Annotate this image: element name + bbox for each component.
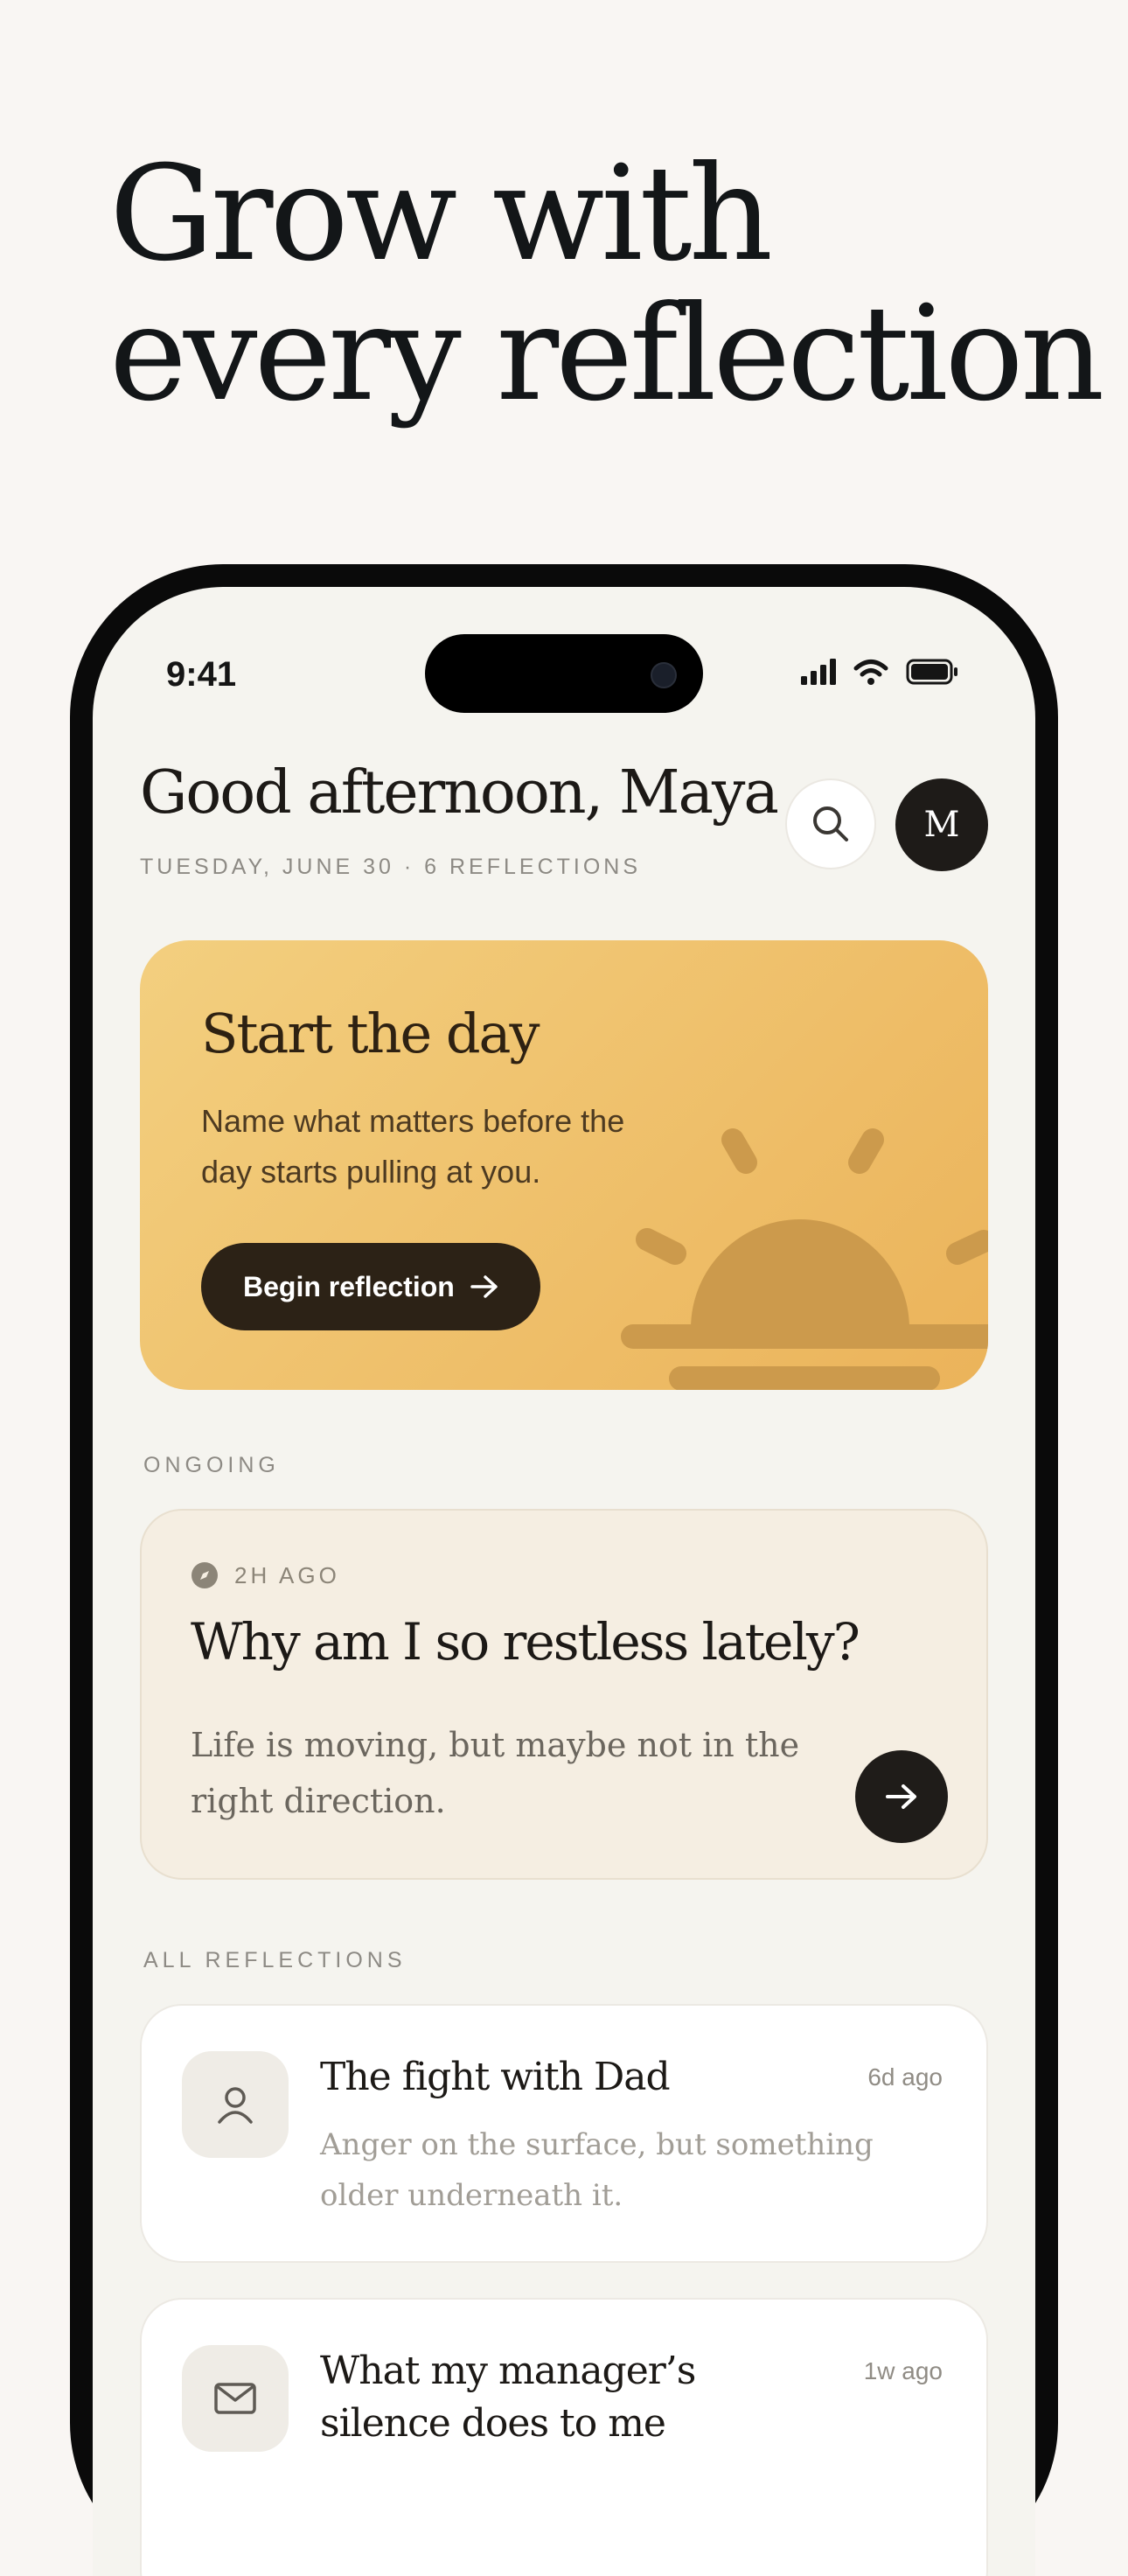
battery-icon (906, 659, 957, 685)
list-item[interactable]: What my manager’s silence does to me 1w … (140, 2298, 988, 2576)
status-time: 9:41 (166, 655, 237, 694)
list-item-time: 6d ago (867, 2063, 943, 2091)
page-headline: Grow with every reflection (109, 144, 1104, 424)
ongoing-time: 2H AGO (234, 1561, 340, 1588)
headline-line-1: Grow with (109, 138, 773, 290)
sunrise-icon (621, 1128, 988, 1390)
search-icon (813, 806, 848, 841)
ongoing-body: Life is moving, but maybe not in the rig… (191, 1726, 800, 1820)
list-item-icon-box (182, 2345, 289, 2452)
section-label-all-reflections: ALL REFLECTIONS (143, 1948, 407, 1972)
headline-line-2: every reflection (109, 278, 1104, 430)
date-subline: TUESDAY, JUNE 30 · 6 REFLECTIONS (140, 855, 642, 879)
arrow-right-icon (470, 1275, 498, 1298)
camera-icon (651, 662, 677, 688)
search-button[interactable] (785, 778, 876, 869)
arrow-right-icon (886, 1784, 916, 1809)
greeting-title: Good afternoon, Maya (140, 758, 779, 827)
list-item-icon-box (182, 2051, 289, 2158)
start-day-card[interactable]: Start the day Name what matters before t… (140, 940, 988, 1390)
status-icons (801, 659, 958, 685)
signal-icon (801, 659, 836, 685)
list-item[interactable]: The fight with Dad 6d ago Anger on the s… (140, 2004, 988, 2263)
avatar[interactable]: M (895, 778, 988, 871)
list-item-title: What my manager’s silence does to me (320, 2349, 696, 2446)
section-label-ongoing: ONGOING (143, 1453, 280, 1477)
list-item-body: Anger on the surface, but something olde… (320, 2127, 874, 2213)
hero-subtitle: Name what matters before the day starts … (201, 1103, 625, 1190)
dynamic-island (425, 634, 703, 713)
continue-button[interactable] (855, 1750, 948, 1843)
ongoing-title: Why am I so restless lately? (191, 1612, 860, 1672)
list-item-title: The fight with Dad (320, 2055, 671, 2099)
begin-reflection-button[interactable]: Begin reflection (201, 1243, 540, 1330)
wifi-icon (853, 660, 888, 685)
begin-reflection-label: Begin reflection (243, 1270, 455, 1302)
compass-icon (191, 1562, 218, 1588)
person-icon (218, 2087, 253, 2124)
list-item-time: 1w ago (863, 2357, 943, 2384)
hero-title: Start the day (201, 1002, 540, 1065)
ongoing-reflection-card[interactable]: 2H AGO Why am I so restless lately? Life… (140, 1509, 988, 1880)
phone-screen: 9:41 Good afternoon, Maya TUESDAY, JUNE … (93, 587, 1035, 2576)
ongoing-meta: 2H AGO (191, 1561, 340, 1589)
phone-frame: 9:41 Good afternoon, Maya TUESDAY, JUNE … (70, 564, 1058, 2576)
mail-icon (214, 2383, 256, 2414)
